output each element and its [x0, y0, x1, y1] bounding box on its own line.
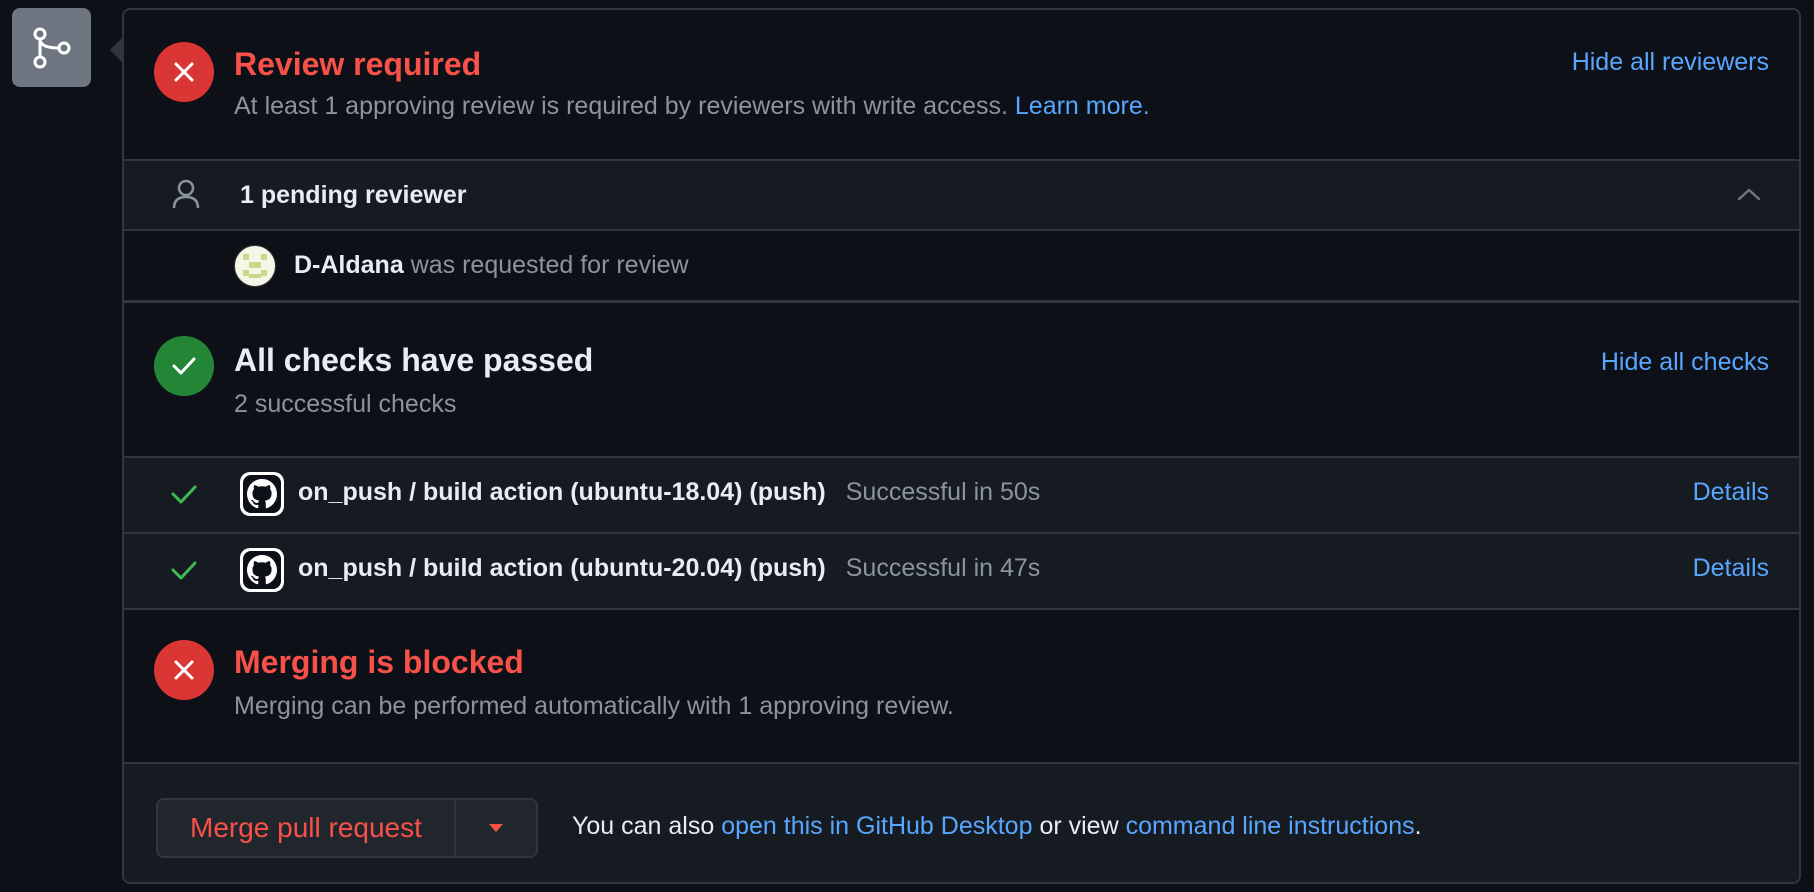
check-status: Successful in 50s — [845, 478, 1041, 506]
merge-hint: You can also open this in GitHub Desktop… — [572, 812, 1422, 841]
merging-blocked-title: Merging is blocked — [234, 644, 524, 680]
review-required-title: Review required — [234, 46, 482, 82]
check-icon — [171, 485, 197, 504]
merge-pull-request-button[interactable]: Merge pull request — [158, 800, 456, 856]
merge-status-panel: Review required At least 1 approving rev… — [122, 8, 1801, 884]
identicon-icon — [243, 254, 267, 278]
command-line-instructions-link[interactable]: command line instructions — [1126, 812, 1415, 840]
check-name: on_push / build action (ubuntu-18.04) (p… — [298, 478, 1040, 507]
merge-button-group: Merge pull request — [156, 798, 538, 858]
chevron-up-icon[interactable] — [1737, 187, 1761, 201]
git-branch-icon — [33, 27, 70, 68]
learn-more-link[interactable]: Learn more. — [1015, 92, 1150, 120]
hide-all-checks-link[interactable]: Hide all checks — [1601, 348, 1769, 377]
github-logo-icon — [247, 479, 277, 509]
reviewer-name-link[interactable]: D-Aldana — [294, 251, 404, 279]
panel-pointer — [110, 38, 122, 62]
check-row: on_push / build action (ubuntu-18.04) (p… — [124, 458, 1799, 534]
reviewer-row: D-Aldana was requested for review — [124, 231, 1799, 303]
github-logo-icon — [247, 555, 277, 585]
git-merge-icon-badge — [12, 8, 91, 87]
hint-prefix: You can also — [572, 812, 715, 840]
merge-method-dropdown[interactable] — [456, 800, 536, 856]
review-description-text: At least 1 approving review is required … — [234, 92, 1008, 120]
pending-reviewer-header[interactable]: 1 pending reviewer — [124, 161, 1799, 231]
check-details-link[interactable]: Details — [1693, 554, 1769, 583]
check-name: on_push / build action (ubuntu-20.04) (p… — [298, 554, 1040, 583]
merge-blocked-status — [154, 640, 214, 700]
avatar[interactable] — [234, 245, 276, 287]
check-icon — [171, 561, 197, 580]
reviewer-text: D-Aldana was requested for review — [294, 251, 689, 280]
review-failed-status — [154, 42, 214, 102]
review-required-description: At least 1 approving review is required … — [234, 92, 1150, 121]
merging-blocked-description: Merging can be performed automatically w… — [234, 692, 954, 720]
github-actions-avatar[interactable] — [240, 548, 284, 592]
check-row: on_push / build action (ubuntu-20.04) (p… — [124, 534, 1799, 610]
check-icon — [172, 357, 196, 375]
merge-box: Merge pull request You can also open thi… — [124, 764, 1799, 882]
checks-passed-status — [154, 336, 214, 396]
github-desktop-link[interactable]: open this in GitHub Desktop — [721, 812, 1032, 840]
check-title: on_push / build action (ubuntu-20.04) (p… — [298, 554, 826, 582]
review-required-section: Review required At least 1 approving rev… — [124, 10, 1799, 161]
check-details-link[interactable]: Details — [1693, 478, 1769, 507]
pending-reviewer-summary: 1 pending reviewer — [240, 181, 467, 209]
person-icon — [172, 179, 200, 209]
checks-section: All checks have passed 2 successful chec… — [124, 306, 1799, 458]
checks-subtitle: 2 successful checks — [234, 390, 457, 418]
github-actions-avatar[interactable] — [240, 472, 284, 516]
reviewer-status: was requested for review — [410, 251, 689, 279]
triangle-down-icon — [488, 824, 503, 832]
check-title: on_push / build action (ubuntu-18.04) (p… — [298, 478, 826, 506]
hint-suffix: . — [1414, 812, 1422, 840]
checks-title: All checks have passed — [234, 342, 594, 378]
hide-all-reviewers-link[interactable]: Hide all reviewers — [1572, 48, 1769, 77]
hint-middle: or view — [1039, 812, 1119, 840]
x-icon — [174, 62, 194, 82]
merging-blocked-section: Merging is blocked Merging can be perfor… — [124, 610, 1799, 764]
x-icon — [174, 660, 194, 680]
check-status: Successful in 47s — [845, 554, 1041, 582]
